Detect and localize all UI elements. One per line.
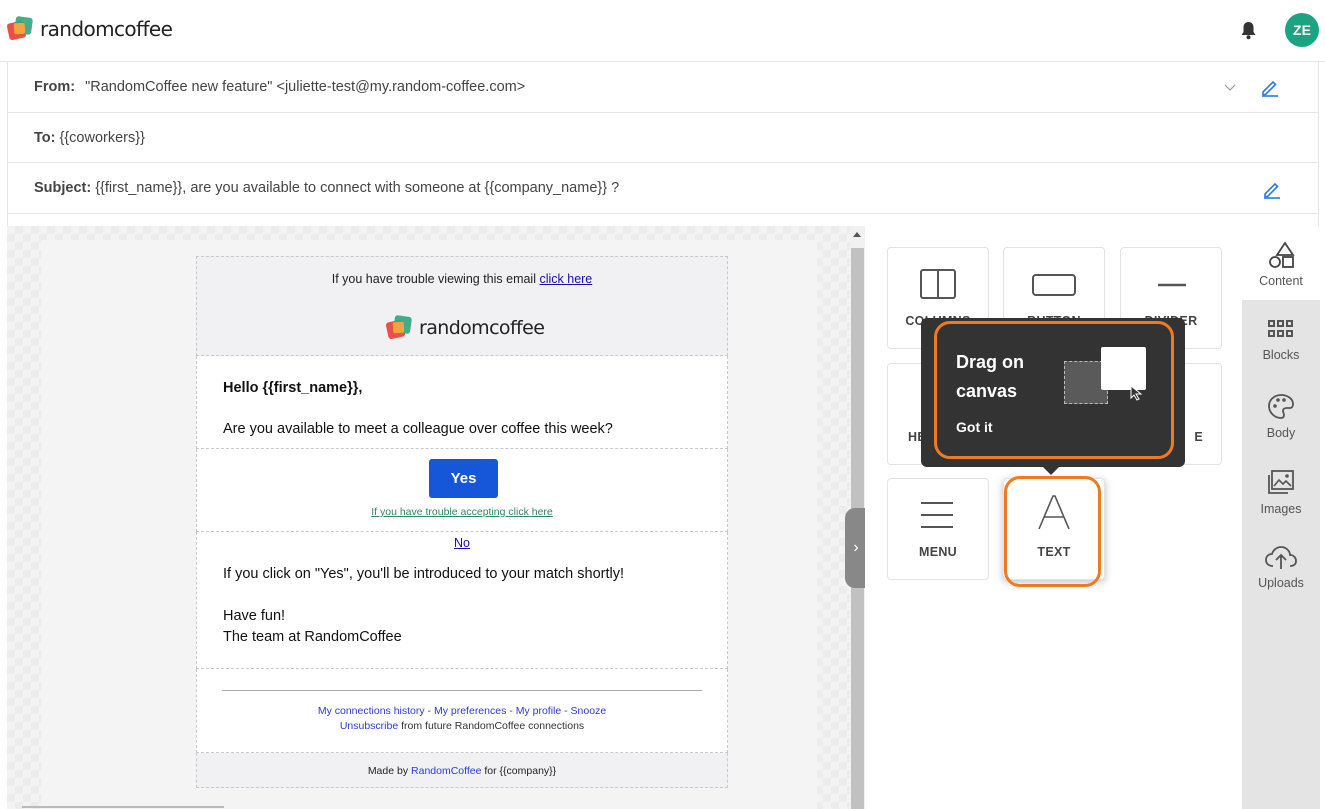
user-avatar[interactable]: ZE: [1285, 13, 1319, 47]
canvas-body: If you have trouble viewing this email c…: [41, 240, 817, 809]
snooze-link[interactable]: Snooze: [571, 705, 607, 717]
tool-menu-label: MENU: [918, 545, 957, 559]
from-label: From:: [34, 79, 76, 95]
body-text-section[interactable]: No If you click on "Yes", you'll be intr…: [196, 532, 728, 669]
subject-row[interactable]: Subject: {{first_name}}, are you availab…: [8, 163, 1318, 214]
sidebar-item-content[interactable]: Content: [1242, 226, 1320, 300]
footer-links-section[interactable]: My connections history - My preferences …: [196, 669, 728, 753]
sidebar-label-uploads: Uploads: [1258, 576, 1304, 590]
text-tool-highlight: [1004, 476, 1101, 587]
button-icon: [1032, 274, 1076, 296]
email-header-section[interactable]: If you have trouble viewing this email c…: [196, 256, 728, 356]
sidebar-item-images[interactable]: Images: [1242, 454, 1320, 528]
button-section[interactable]: Yes If you have trouble accepting click …: [196, 449, 728, 532]
to-row[interactable]: To: {{coworkers}}: [8, 113, 1318, 163]
chevron-down-icon[interactable]: [1224, 84, 1236, 92]
question-text: Are you available to meet a colleague ov…: [223, 421, 613, 437]
tool-menu[interactable]: MENU: [887, 478, 989, 580]
app-logo[interactable]: randomcoffee: [6, 15, 173, 42]
email-logo: randomcoffee: [385, 314, 545, 341]
footer-separator: -: [561, 705, 571, 717]
cloud-upload-icon: [1265, 546, 1297, 569]
unsubscribe-link[interactable]: Unsubscribe: [340, 720, 398, 732]
sidebar-label-blocks: Blocks: [1262, 348, 1300, 362]
connections-history-link[interactable]: My connections history: [318, 705, 425, 717]
email-logo-mark-icon: [385, 314, 413, 341]
email-logo-text: randomcoffee: [419, 317, 545, 339]
email-template: If you have trouble viewing this email c…: [196, 256, 728, 788]
to-label: To:: [34, 129, 56, 146]
footer-separator: -: [506, 705, 516, 717]
to-value: {{coworkers}}: [59, 129, 145, 146]
view-trouble-text: If you have trouble viewing this email c…: [197, 272, 727, 286]
signature-text: The team at RandomCoffee: [223, 629, 402, 645]
email-header: From: "RandomCoffee new feature" <juliet…: [7, 62, 1319, 226]
sign-off-text: Have fun!: [223, 608, 286, 624]
logo-mark-icon: [6, 15, 34, 42]
palette-icon: [1268, 394, 1294, 419]
greeting-section[interactable]: Hello {{first_name}}, Are you available …: [196, 356, 728, 449]
columns-icon: [920, 269, 956, 299]
accept-trouble-link[interactable]: If you have trouble accepting click here: [197, 506, 727, 518]
edit-from-icon[interactable]: [1260, 77, 1280, 97]
no-link[interactable]: No: [197, 536, 727, 550]
scroll-up-arrow-icon[interactable]: [853, 232, 861, 237]
made-by-section[interactable]: Made by RandomCoffee for {{company}}: [196, 753, 728, 788]
notification-bell-icon[interactable]: [1240, 21, 1257, 40]
editor-canvas[interactable]: If you have trouble viewing this email c…: [7, 226, 850, 809]
made-by-link[interactable]: RandomCoffee: [411, 765, 481, 777]
menu-icon: [921, 502, 953, 528]
subject-value: {{first_name}}, are you available to con…: [95, 180, 620, 196]
collapse-panel-button[interactable]: ›: [845, 508, 867, 588]
edit-subject-icon[interactable]: [1262, 179, 1282, 199]
sidebar-item-uploads[interactable]: Uploads: [1242, 530, 1320, 604]
from-value: "RandomCoffee new feature" <juliette-tes…: [85, 79, 526, 95]
tooltip-highlight: [934, 321, 1174, 459]
unsubscribe-text: from future RandomCoffee connections: [398, 720, 585, 732]
shapes-icon: [1269, 241, 1295, 268]
sidebar-item-body[interactable]: Body: [1242, 378, 1320, 452]
from-row[interactable]: From: "RandomCoffee new feature" <juliet…: [8, 62, 1318, 113]
top-bar: randomcoffee ZE: [0, 0, 1325, 62]
logo-text: randomcoffee: [40, 17, 173, 41]
made-by-text: Made by: [367, 765, 412, 777]
sidebar-label-images: Images: [1260, 502, 1302, 516]
sidebar-label-content: Content: [1259, 274, 1303, 288]
grid-icon: [1268, 320, 1293, 337]
profile-link[interactable]: My profile: [516, 705, 562, 717]
view-click-here-link[interactable]: click here: [539, 272, 592, 286]
right-sidebar: Content Blocks Body Images Uploads: [1242, 226, 1320, 809]
subject-label: Subject:: [34, 180, 92, 196]
made-by-company: for {{company}}: [481, 765, 557, 777]
yes-button[interactable]: Yes: [429, 459, 498, 498]
chevron-right-icon: ›: [853, 539, 859, 556]
divider-icon: [1158, 283, 1186, 287]
horizontal-scrollbar[interactable]: [22, 806, 224, 808]
sidebar-label-body: Body: [1266, 426, 1296, 440]
footer-separator: -: [424, 705, 434, 717]
preferences-link[interactable]: My preferences: [434, 705, 506, 717]
images-icon: [1268, 470, 1294, 494]
footer-links: My connections history - My preferences …: [197, 704, 727, 734]
greeting-text: Hello {{first_name}},: [223, 380, 363, 396]
sidebar-item-blocks[interactable]: Blocks: [1242, 304, 1320, 378]
click-info-text: If you click on "Yes", you'll be introdu…: [223, 566, 625, 582]
view-trouble-label: If you have trouble viewing this email: [331, 272, 540, 286]
footer-divider: [222, 690, 702, 691]
